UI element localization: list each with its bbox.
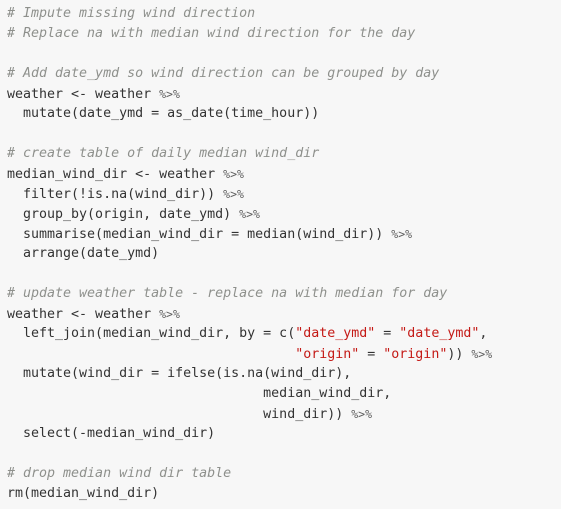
code-string: "origin" <box>383 347 448 362</box>
code-line: median_wind_dir, <box>7 384 561 404</box>
code-text: mutate(date_ymd = as_date(time_hour)) <box>7 106 320 121</box>
code-line: # drop median wind dir table <box>7 464 561 484</box>
code-line: filter(!is.na(wind_dir)) %>% <box>7 184 561 204</box>
code-line: mutate(date_ymd = as_date(time_hour)) <box>7 104 561 124</box>
pipe-operator: %>% <box>239 207 260 221</box>
pipe-operator: %>% <box>351 407 373 421</box>
code-text: group_by(origin, date_ymd) <box>7 207 240 222</box>
code-comment: # create table of daily median wind_dir <box>7 146 320 161</box>
code-line: # update weather table - replace na with… <box>7 284 561 304</box>
code-text: median_wind_dir <- weather <box>7 167 224 182</box>
code-text: wind_dir)) <box>7 407 352 422</box>
code-line: rm(median_wind_dir) <box>7 484 561 504</box>
code-comment: # drop median wind dir table <box>7 466 232 481</box>
code-line: mutate(wind_dir = ifelse(is.na(wind_dir)… <box>7 364 561 384</box>
pipe-operator: %>% <box>223 167 244 181</box>
code-text: rm(median_wind_dir) <box>7 486 160 501</box>
code-comment: # Replace na with median wind direction … <box>7 26 416 41</box>
code-text: weather <- weather <box>7 307 160 322</box>
code-string: "origin" <box>295 347 360 362</box>
code-text: summarise(median_wind_dir = median(wind_… <box>7 227 392 242</box>
code-text: = <box>359 347 384 362</box>
code-text: )) <box>447 347 472 362</box>
code-line: # create table of daily median wind_dir <box>7 144 561 164</box>
code-text: arrange(date_ymd) <box>7 246 160 261</box>
code-line: # Impute missing wind direction <box>7 4 561 24</box>
code-comment: # Add date_ymd so wind direction can be … <box>7 66 440 81</box>
code-block: # Impute missing wind direction # Replace… <box>0 0 561 509</box>
code-text: select(-median_wind_dir) <box>7 426 216 441</box>
code-line: arrange(date_ymd) <box>7 244 561 264</box>
code-text: filter(!is.na(wind_dir)) <box>7 187 224 202</box>
code-line: weather <- weather %>% <box>7 304 561 324</box>
code-line: "origin" = "origin")) %>% <box>7 344 561 364</box>
code-line: wind_dir)) %>% <box>7 404 561 424</box>
pipe-operator: %>% <box>471 347 493 361</box>
pipe-operator: %>% <box>391 227 413 241</box>
code-line: select(-median_wind_dir) <box>7 424 561 444</box>
code-string: "date_ymd" <box>399 326 480 341</box>
code-text: median_wind_dir, <box>7 386 392 401</box>
code-comment: # Impute missing wind direction <box>7 6 256 21</box>
code-line: # Add date_ymd so wind direction can be … <box>7 64 561 84</box>
code-line: weather <- weather %>% <box>7 84 561 104</box>
code-line: median_wind_dir <- weather %>% <box>7 164 561 184</box>
code-line: summarise(median_wind_dir = median(wind_… <box>7 224 561 244</box>
pipe-operator: %>% <box>159 87 180 101</box>
pipe-operator: %>% <box>223 187 244 201</box>
code-line: group_by(origin, date_ymd) %>% <box>7 204 561 224</box>
code-text: , <box>479 326 488 341</box>
code-text: left_join(median_wind_dir, by = c( <box>7 326 296 341</box>
code-text: mutate(wind_dir = ifelse(is.na(wind_dir)… <box>7 366 352 381</box>
code-text: weather <- weather <box>7 87 160 102</box>
pipe-operator: %>% <box>159 307 180 321</box>
code-line: left_join(median_wind_dir, by = c("date_… <box>7 324 561 344</box>
code-text: = <box>375 326 400 341</box>
code-lines: # Impute missing wind direction # Replace… <box>7 4 561 504</box>
code-comment: # update weather table - replace na with… <box>7 286 448 301</box>
code-string: "date_ymd" <box>295 326 376 341</box>
code-line: # Replace na with median wind direction … <box>7 24 561 44</box>
